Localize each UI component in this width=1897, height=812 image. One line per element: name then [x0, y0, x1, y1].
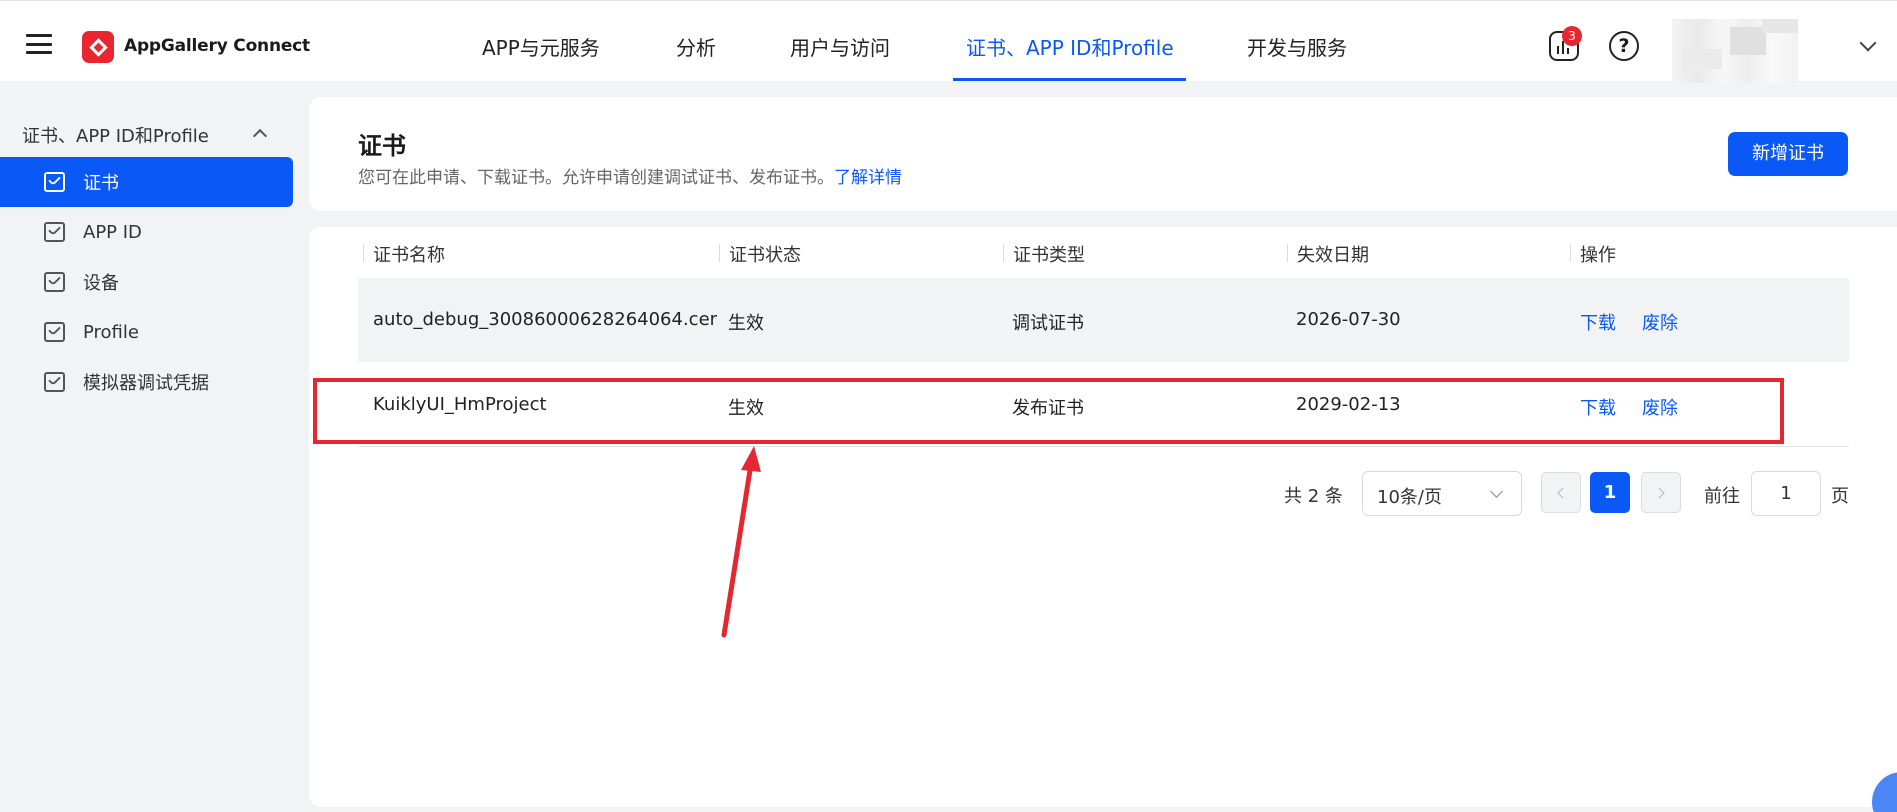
certificate-icon	[44, 172, 65, 192]
annotation-arrow	[721, 446, 761, 638]
learn-more-link[interactable]: 了解详情	[834, 168, 902, 188]
add-certificate-button[interactable]: 新增证书	[1728, 132, 1848, 176]
cert-name-cell: auto_debug_30086000628264064.cer	[373, 309, 718, 330]
sidebar-item-label: 模拟器调试凭据	[83, 373, 209, 394]
current-page-button[interactable]: 1	[1590, 472, 1630, 513]
column-header-name: 证书名称	[363, 241, 445, 267]
cert-status-cell: 生效	[728, 313, 764, 334]
cert-type-cell: 调试证书	[1012, 313, 1084, 334]
top-bar: AppGallery Connect APP与元服务 分析 用户与访问 证书、A…	[0, 0, 1897, 83]
page-description-text: 您可在此申请、下载证书。允许申请创建调试证书、发布证书。	[358, 168, 834, 188]
nav-analytics[interactable]: 分析	[676, 32, 716, 61]
sidebar-item-app-id[interactable]: APP ID	[0, 207, 293, 257]
column-header-type: 证书类型	[1003, 241, 1085, 267]
total-count: 共 2 条	[1284, 486, 1343, 507]
page-unit-label: 页	[1831, 486, 1849, 507]
nav-dev-services[interactable]: 开发与服务	[1247, 32, 1347, 61]
sidebar-item-label: 设备	[83, 273, 119, 294]
goto-page-input[interactable]	[1751, 471, 1821, 516]
column-header-expiry: 失效日期	[1287, 241, 1369, 267]
emulator-credential-icon	[44, 372, 65, 392]
profile-icon	[44, 322, 65, 342]
row-divider	[358, 446, 1849, 447]
page-size-value: 10条/页	[1377, 487, 1442, 508]
nav-certificates[interactable]: 证书、APP ID和Profile	[966, 32, 1174, 61]
app-id-icon	[44, 222, 65, 242]
download-link[interactable]: 下载	[1580, 309, 1616, 335]
next-page-button[interactable]	[1641, 472, 1681, 513]
sidebar-item-certificates[interactable]: 证书	[0, 157, 293, 207]
page-title: 证书	[358, 132, 406, 160]
page-size-select[interactable]: 10条/页	[1362, 471, 1522, 516]
goto-label: 前往	[1704, 486, 1740, 507]
cert-expiry-cell: 2026-07-30	[1296, 309, 1401, 330]
sidebar-item-devices[interactable]: 设备	[0, 257, 293, 307]
nav-app-services[interactable]: APP与元服务	[482, 32, 600, 61]
nav-users-access[interactable]: 用户与访问	[790, 32, 890, 61]
sidebar-group-label[interactable]: 证书、APP ID和Profile	[22, 122, 209, 148]
annotation-highlight-box	[313, 378, 1784, 444]
brand-name[interactable]: AppGallery Connect	[124, 36, 310, 56]
chevron-left-icon	[1557, 487, 1569, 499]
sidebar-item-label: 证书	[83, 173, 119, 194]
column-header-status: 证书状态	[719, 241, 801, 267]
account-chevron-down-icon[interactable]	[1859, 34, 1877, 52]
chevron-right-icon	[1653, 487, 1665, 499]
sidebar-item-label: APP ID	[83, 221, 142, 243]
sidebar-item-label: Profile	[83, 321, 139, 343]
device-icon	[44, 272, 65, 292]
sidebar-item-emulator-credentials[interactable]: 模拟器调试凭据	[0, 357, 293, 407]
appgallery-logo-icon[interactable]	[82, 31, 114, 63]
menu-icon[interactable]	[26, 34, 52, 54]
column-header-actions: 操作	[1570, 241, 1616, 267]
prev-page-button[interactable]	[1541, 472, 1581, 513]
sidebar-item-profile[interactable]: Profile	[0, 307, 293, 357]
avatar[interactable]	[1672, 19, 1798, 83]
page-description: 您可在此申请、下载证书。允许申请创建调试证书、发布证书。了解详情	[358, 163, 902, 188]
notification-badge: 3	[1562, 26, 1582, 46]
revoke-link[interactable]: 废除	[1642, 309, 1678, 335]
page-header-card: 证书 您可在此申请、下载证书。允许申请创建调试证书、发布证书。了解详情 新增证书	[309, 97, 1897, 211]
help-icon[interactable]: ?	[1609, 31, 1639, 61]
chevron-down-icon	[1490, 485, 1503, 498]
active-nav-indicator	[953, 78, 1186, 81]
